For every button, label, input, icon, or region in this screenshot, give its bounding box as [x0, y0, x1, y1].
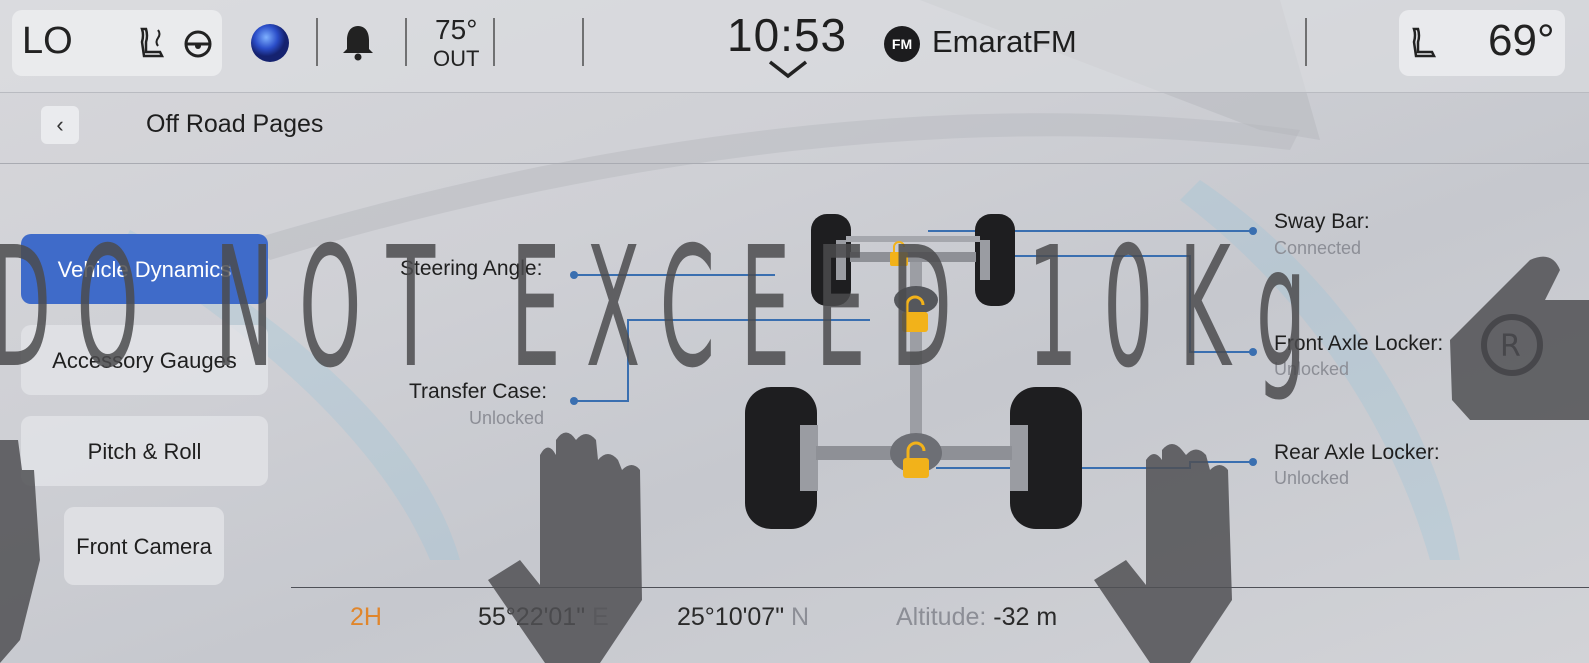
- altitude-label: Altitude:: [896, 603, 987, 631]
- latitude-value: 25°10'07": [677, 603, 785, 631]
- sway-bar-status: Connected: [1274, 238, 1362, 258]
- front-axle-lock-icon: [890, 241, 908, 266]
- rear-axle-locker-status: Unlocked: [1274, 468, 1350, 488]
- rear-right-wheel: [1010, 387, 1082, 529]
- sway-bar-label: Sway Bar:: [1274, 210, 1370, 233]
- altitude-value: -32 m: [993, 603, 1058, 631]
- footer-divider: [291, 587, 1589, 588]
- latitude-direction: N: [791, 603, 810, 631]
- steering-angle-label: Steering Angle:: [400, 257, 543, 280]
- front-axle-locker-label: Front Axle Locker:: [1274, 332, 1444, 355]
- latitude: 25°10'07" N: [677, 603, 809, 632]
- transfer-case-status: Unlocked: [469, 408, 545, 428]
- longitude-direction: E: [592, 603, 609, 631]
- altitude: Altitude: -32 m: [896, 603, 1057, 632]
- rear-left-wheel: [745, 387, 818, 529]
- transfer-case-label: Transfer Case:: [409, 380, 548, 403]
- longitude: 55°22'01" E: [478, 603, 609, 632]
- front-left-wheel: [811, 214, 851, 306]
- rear-axle-locker-label: Rear Axle Locker:: [1274, 441, 1440, 464]
- infotainment-screen: LO 75° OUT 10:53 FM EmaratFM 69° ‹ Off R…: [0, 0, 1589, 663]
- drive-mode-indicator: 2H: [350, 603, 382, 631]
- longitude-value: 55°22'01": [478, 603, 586, 631]
- front-right-wheel: [975, 214, 1015, 306]
- front-axle-locker-status: Unlocked: [1274, 359, 1350, 379]
